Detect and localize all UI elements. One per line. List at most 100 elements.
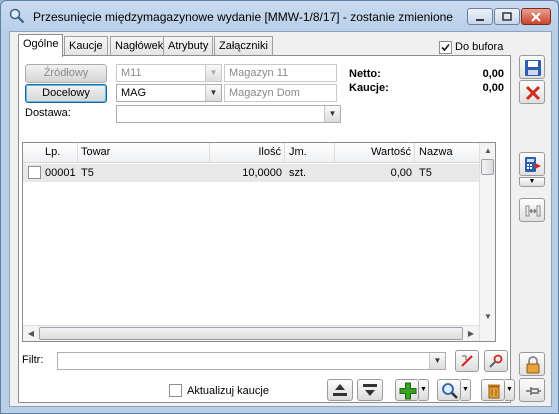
target-warehouse-button[interactable]: Docelowy [25, 84, 107, 103]
delete-button[interactable] [481, 379, 505, 401]
aktualizuj-kaucje-label: Aktualizuj kaucje [187, 385, 269, 397]
horizontal-scrollbar[interactable]: ◀ ▶ [23, 325, 479, 341]
preview-dropdown-button[interactable]: ▼ [461, 379, 471, 401]
scroll-left-icon[interactable]: ◀ [23, 326, 39, 342]
filter-label: Filtr: [22, 354, 44, 366]
target-warehouse-code-value: MAG [121, 87, 147, 99]
column-header-towar[interactable]: Towar [78, 143, 210, 162]
cell-jm: szt. [289, 167, 307, 179]
scroll-thumb-horizontal[interactable] [39, 327, 463, 340]
scroll-up-icon[interactable]: ▲ [480, 143, 496, 159]
source-warehouse-button[interactable]: Źródłowy [25, 64, 107, 83]
column-header-jm-label: Jm. [289, 146, 307, 158]
vertical-scrollbar[interactable]: ▲ ▼ [479, 143, 495, 341]
minimize-button[interactable] [467, 8, 493, 25]
preview-button[interactable] [437, 379, 461, 401]
floppy-disk-icon [525, 60, 541, 76]
filter-clear-icon [461, 355, 473, 367]
filter-input[interactable]: ▼ [57, 352, 446, 370]
kaucje-label: Kaucje: [349, 82, 389, 94]
netto-value: 0,00 [482, 68, 504, 80]
row-select-checkbox[interactable] [28, 166, 41, 179]
column-header-lp-label: Lp. [45, 146, 61, 158]
chevron-down-icon[interactable]: ▼ [324, 106, 340, 122]
close-button[interactable] [521, 8, 551, 25]
minimize-icon [476, 19, 484, 21]
window-title: Przesunięcie międzymagazynowe wydanie [M… [33, 10, 453, 24]
red-x-icon [525, 85, 541, 101]
column-header-wartosc-label: Wartość [371, 146, 411, 158]
maximize-button[interactable] [494, 8, 520, 25]
source-warehouse-code-value: M11 [121, 67, 142, 79]
do-bufora-label: Do bufora [455, 41, 504, 53]
aktualizuj-kaucje-checkbox[interactable] [169, 384, 182, 397]
cell-wartosc: 0,00 [390, 167, 412, 179]
tab-ogolne[interactable]: Ogólne [18, 34, 64, 57]
title-bar[interactable]: Przesunięcie międzymagazynowe wydanie [M… [1, 1, 558, 31]
tab-atrybuty[interactable]: Atrybuty [163, 36, 214, 56]
download-icon [363, 384, 377, 396]
filter-build-button[interactable] [484, 350, 508, 372]
column-header-wartosc[interactable]: Wartość [335, 143, 415, 162]
tab-kaucje[interactable]: Kaucje [64, 36, 108, 56]
column-header-towar-label: Towar [81, 146, 111, 158]
calculator-button[interactable] [519, 152, 545, 176]
download-button[interactable] [357, 379, 383, 401]
cell-nazwa: T5 [419, 167, 432, 179]
upload-button[interactable] [327, 379, 353, 401]
tab-panel-ogolne: Źródłowy M11 ▼ Magazyn 11 Docelowy MAG ▼… [18, 55, 515, 403]
source-warehouse-code[interactable]: M11 ▼ [116, 64, 222, 82]
trash-icon [488, 384, 500, 399]
magnifier-icon [442, 383, 458, 399]
window: Przesunięcie międzymagazynowe wydanie [M… [0, 0, 559, 414]
netto-label: Netto: [349, 68, 381, 80]
split-button[interactable] [519, 198, 545, 222]
upload-icon [333, 384, 347, 396]
scroll-thumb[interactable] [481, 159, 494, 175]
cell-ilosc: 10,0000 [242, 167, 282, 179]
filter-clear-button[interactable] [455, 350, 479, 372]
chevron-down-icon[interactable]: ▼ [429, 353, 445, 369]
split-icon [525, 205, 541, 217]
column-header-lp[interactable]: Lp. [23, 143, 78, 162]
table-row[interactable]: 00001 T5 10,0000 szt. 0,00 T5 [23, 164, 481, 182]
padlock-icon [526, 356, 540, 374]
column-header-nazwa[interactable]: Nazwa [415, 143, 481, 162]
add-dropdown-button[interactable]: ▼ [419, 379, 429, 401]
column-header-jm[interactable]: Jm. [285, 143, 335, 162]
maximize-icon [502, 12, 512, 21]
client-area: Ogólne Kaucje Nagłówek Atrybuty Załączni… [9, 31, 552, 407]
checkmark-icon [441, 43, 450, 52]
plus-icon [399, 382, 417, 400]
pin-button[interactable] [519, 378, 545, 402]
pin-icon [526, 387, 541, 395]
scroll-down-icon[interactable]: ▼ [480, 309, 496, 325]
column-header-nazwa-label: Nazwa [419, 146, 453, 158]
save-button[interactable] [519, 55, 545, 79]
scroll-right-icon[interactable]: ▶ [463, 326, 479, 342]
tab-naglowek[interactable]: Nagłówek [110, 36, 169, 56]
add-button[interactable] [395, 379, 419, 401]
chevron-down-icon[interactable]: ▼ [205, 85, 221, 101]
items-grid[interactable]: Lp. Towar Ilość Jm. Wartość Nazwa 00001 … [22, 142, 496, 342]
lock-button[interactable] [519, 352, 545, 376]
target-warehouse-code[interactable]: MAG ▼ [116, 84, 222, 102]
cancel-button[interactable] [519, 80, 545, 104]
grid-header: Lp. Towar Ilość Jm. Wartość Nazwa [23, 143, 495, 163]
magnifier-icon [9, 8, 25, 24]
tab-zalaczniki[interactable]: Załączniki [214, 36, 273, 56]
delete-dropdown-button[interactable]: ▼ [505, 379, 515, 401]
kaucje-value: 0,00 [482, 82, 504, 94]
calculator-arrow-icon [525, 157, 541, 172]
cell-towar: T5 [81, 167, 94, 179]
close-icon [531, 12, 541, 22]
dostawa-select[interactable]: ▼ [116, 105, 341, 123]
column-header-ilosc-label: Ilość [258, 146, 281, 158]
chevron-down-icon[interactable]: ▼ [205, 65, 221, 81]
cell-lp: 00001 [45, 167, 76, 179]
source-warehouse-name: Magazyn 11 [224, 64, 337, 82]
do-bufora-checkbox[interactable] [439, 41, 452, 54]
calculator-dropdown-button[interactable]: ▼ [519, 177, 545, 187]
column-header-ilosc[interactable]: Ilość [210, 143, 285, 162]
target-warehouse-name: Magazyn Dom [224, 84, 337, 102]
